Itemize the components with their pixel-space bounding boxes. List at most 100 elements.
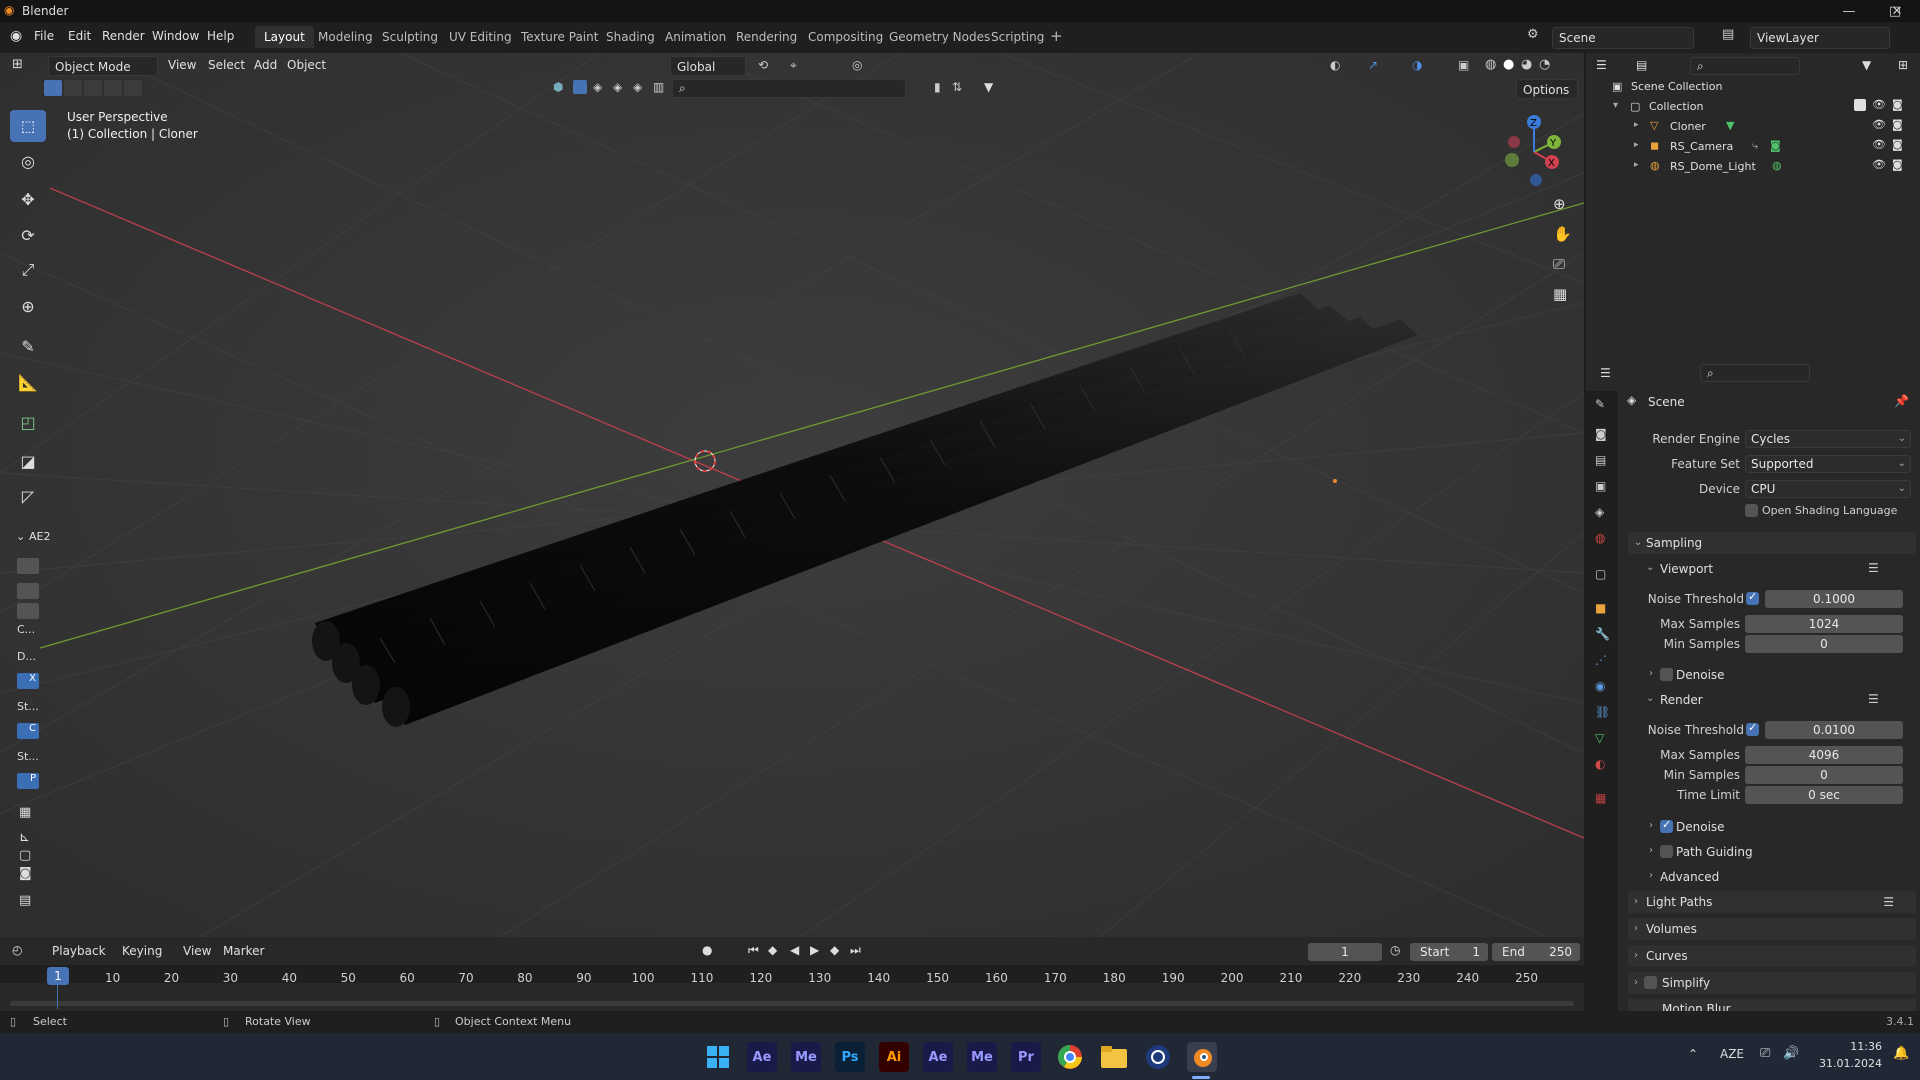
object-type-filter[interactable]: ⬢ ◈ ◈ ◈ ▥ [553, 79, 681, 99]
scene-selector[interactable]: Scene [1552, 27, 1694, 49]
filter-icon[interactable]: ▼ [984, 80, 993, 94]
pin-icon[interactable]: 📌 [1894, 394, 1909, 408]
jump-start-icon[interactable]: ⏮ [748, 943, 759, 958]
chevron-right-icon[interactable]: › [1649, 820, 1653, 831]
vp-noise-threshold-field[interactable]: 0.1000 [1765, 590, 1903, 608]
light-eye-icon[interactable]: 👁 [1872, 158, 1886, 171]
record-icon[interactable]: ● [702, 943, 712, 957]
proportional-edit-icon[interactable]: ◎ [852, 58, 862, 72]
particles-tab-icon[interactable]: ⋰ [1595, 653, 1607, 667]
taskbar-chrome[interactable] [1055, 1042, 1085, 1072]
render-presets-list-icon[interactable]: ☰ [1868, 692, 1879, 706]
notification-bell-icon[interactable]: 🔔 [1893, 1046, 1909, 1061]
constraints-tab-icon[interactable]: ⛓ [1595, 705, 1610, 719]
tool-extra-1[interactable]: ◪ [10, 445, 46, 477]
expand-cloner-icon[interactable]: ▸ [1634, 120, 1639, 130]
view-layer-icon[interactable]: ▤ [1722, 27, 1734, 42]
zoom-icon[interactable]: ⊕ [1553, 195, 1566, 213]
menu-render[interactable]: Render [102, 29, 145, 43]
start-frame-field[interactable]: Start 1 [1410, 943, 1488, 961]
texture-tab-icon[interactable]: ▦ [1595, 791, 1606, 805]
presets-list-icon[interactable]: ☰ [1868, 561, 1879, 575]
volumes-panel-header[interactable]: › Volumes [1628, 918, 1916, 940]
scene-icon[interactable]: ⚙ [1527, 27, 1539, 42]
device-dropdown[interactable]: CPU ⌄ [1745, 480, 1911, 498]
side-tool-icon-5[interactable]: ▤ [19, 893, 31, 908]
r-time-limit-field[interactable]: 0 sec [1745, 786, 1903, 804]
vp-noise-threshold-checkbox[interactable] [1746, 590, 1759, 605]
tab-modeling[interactable]: Modeling [309, 26, 382, 48]
mode-selector[interactable]: Object Mode [48, 56, 158, 76]
taskbar-app-ai[interactable]: Ai [879, 1042, 909, 1072]
expand-camera-icon[interactable]: ▸ [1634, 140, 1639, 150]
current-frame-field[interactable]: 1 [1308, 943, 1382, 961]
tab-texture-paint[interactable]: Texture Paint [512, 26, 607, 48]
menu-select[interactable]: Select [208, 58, 245, 72]
add-workspace-icon[interactable]: + [1050, 27, 1063, 45]
jump-end-icon[interactable]: ⏭ [850, 943, 861, 958]
outliner-filter-icon[interactable]: ▼ [1862, 58, 1871, 72]
data-tab-icon[interactable]: ▽ [1595, 731, 1604, 745]
chevron-down-icon[interactable]: ⌄ [1646, 693, 1654, 704]
menu-object[interactable]: Object [287, 58, 326, 72]
side-tool-icon-3[interactable]: ▢ [19, 848, 31, 863]
gizmo-toggle-icon[interactable]: ↗ [1368, 58, 1378, 72]
collection-checkbox[interactable] [1854, 99, 1866, 111]
collection-expand-icon[interactable]: ▾ [1613, 100, 1618, 111]
side-item-5[interactable]: C [17, 723, 39, 739]
chevron-right-icon[interactable]: › [1649, 668, 1653, 679]
play-reverse-icon[interactable]: ◀ [790, 943, 799, 957]
outliner-item-camera[interactable]: RS_Camera [1670, 140, 1733, 153]
r-min-samples-field[interactable]: 0 [1745, 766, 1903, 784]
side-tool-icon-2[interactable]: ⊾ [19, 830, 30, 845]
side-tool-icon-4[interactable]: ◙ [19, 866, 32, 881]
taskbar-app-ae[interactable]: Ae [747, 1042, 777, 1072]
camera-camera-icon[interactable]: ◙ [1892, 138, 1903, 151]
material-shading-icon[interactable]: ◕ [1521, 57, 1532, 72]
tab-uv-editing[interactable]: UV Editing [440, 26, 521, 48]
render-engine-dropdown[interactable]: Cycles ⌄ [1745, 430, 1911, 448]
select-box-tool[interactable]: ⬚ [10, 110, 46, 142]
solid-shading-icon[interactable]: ● [1503, 57, 1514, 72]
expand-light-icon[interactable]: ▸ [1634, 160, 1639, 170]
display-mode-icon[interactable]: ▤ [1636, 58, 1647, 72]
snap-icon[interactable]: ⌖ [790, 58, 797, 73]
visibility-icon[interactable]: ◐ [1330, 58, 1340, 72]
r-noise-threshold-field[interactable]: 0.0100 [1765, 721, 1903, 739]
sampling-panel-header[interactable]: ⌄ Sampling [1628, 532, 1916, 554]
side-tool-icon-1[interactable]: ▦ [19, 805, 31, 820]
clock-date[interactable]: 31.01.2024 [1816, 1057, 1882, 1070]
transform-tool[interactable]: ⊕ [10, 290, 46, 322]
chevron-right-icon[interactable]: › [1649, 845, 1653, 856]
editor-type-icon[interactable]: ⊞ [12, 57, 23, 72]
tab-shading[interactable]: Shading [597, 26, 664, 48]
advanced-subpanel-title[interactable]: Advanced [1660, 870, 1719, 884]
vp-min-samples-field[interactable]: 0 [1745, 635, 1903, 653]
tab-animation[interactable]: Animation [656, 26, 735, 48]
bookmark-icon[interactable]: ▮ [934, 80, 941, 94]
menu-help[interactable]: Help [207, 29, 234, 43]
keying-menu[interactable]: Keying [122, 944, 162, 958]
play-icon[interactable]: ▶ [810, 943, 819, 957]
chevron-down-icon[interactable]: ⌄ [1646, 562, 1654, 573]
tray-overflow-icon[interactable]: ⌃ [1688, 1047, 1698, 1061]
playback-menu[interactable]: Playback [52, 944, 106, 958]
rotate-tool[interactable]: ⟳ [10, 219, 46, 251]
next-keyframe-icon[interactable]: ◆ [830, 943, 839, 957]
outliner-item-light[interactable]: RS_Dome_Light [1670, 160, 1756, 173]
side-item-1[interactable]: C... [17, 623, 35, 636]
collection-camera-icon[interactable]: ◙ [1892, 98, 1903, 111]
side-item-2[interactable]: D... [17, 650, 36, 663]
menu-view[interactable]: View [168, 58, 196, 72]
view-layer-selector[interactable]: ViewLayer [1750, 27, 1890, 49]
side-item-7[interactable]: P [17, 773, 39, 789]
r-denoise-checkbox[interactable] [1660, 818, 1673, 833]
selection-mode-buttons[interactable] [44, 79, 142, 99]
world-tab-icon[interactable]: ◍ [1595, 531, 1605, 545]
taskbar-app-ae-2[interactable]: Ae [923, 1042, 953, 1072]
clock-icon[interactable]: ◷ [1390, 943, 1400, 957]
chevron-right-icon[interactable]: › [1649, 870, 1653, 881]
cloner-eye-icon[interactable]: 👁 [1872, 118, 1886, 131]
taskbar-app-ps[interactable]: Ps [835, 1042, 865, 1072]
outliner-search-input[interactable]: ⌕ [1690, 57, 1800, 75]
